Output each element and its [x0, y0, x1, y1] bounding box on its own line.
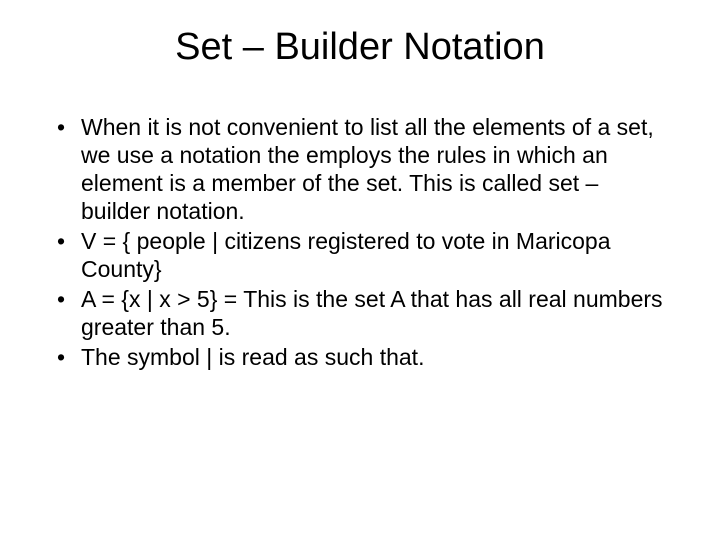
list-item: The symbol | is read as such that. — [55, 343, 665, 371]
list-item: When it is not convenient to list all th… — [55, 113, 665, 225]
slide-title: Set – Builder Notation — [55, 26, 665, 69]
list-item: V = { people | citizens registered to vo… — [55, 227, 665, 283]
bullet-list: When it is not convenient to list all th… — [55, 113, 665, 371]
list-item: A = {x | x > 5} = This is the set A that… — [55, 285, 665, 341]
slide: Set – Builder Notation When it is not co… — [0, 0, 720, 540]
